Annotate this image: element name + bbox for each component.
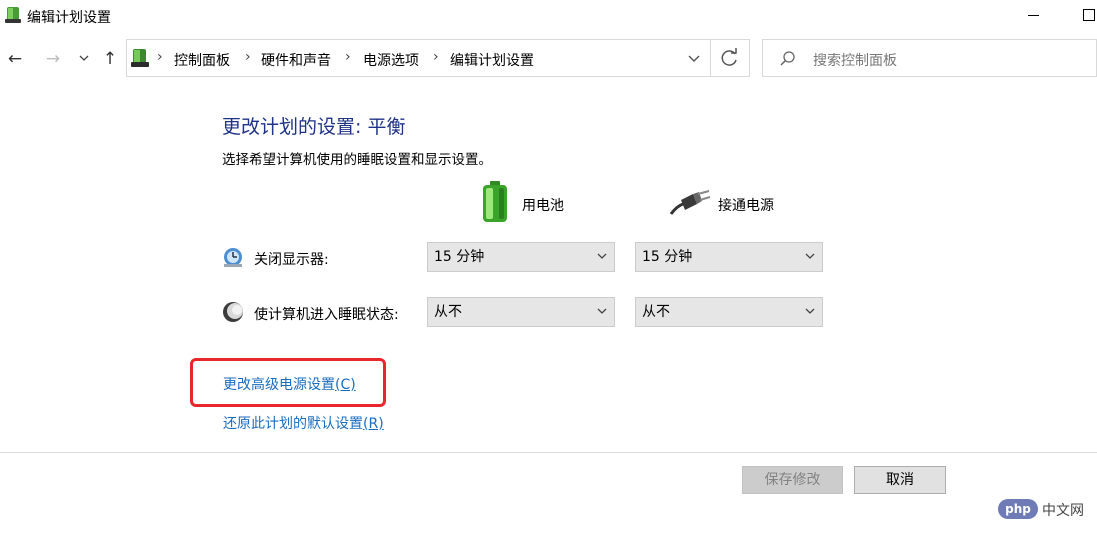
footer-divider — [0, 452, 1097, 453]
breadcrumb-hardware-sound[interactable]: 硬件和声音 — [261, 50, 331, 70]
address-dropdown-button[interactable] — [683, 49, 705, 67]
breadcrumb-power-options[interactable]: 电源选项 — [363, 50, 419, 70]
sleep-battery-select[interactable]: 从不 — [427, 297, 615, 327]
search-box[interactable]: 搜索控制面板 — [762, 39, 1097, 77]
arrow-right-icon: → — [45, 49, 61, 69]
cancel-button[interactable]: 取消 — [854, 466, 946, 494]
breadcrumb-separator: › — [433, 49, 439, 65]
search-input[interactable]: 搜索控制面板 — [813, 50, 897, 70]
search-icon — [779, 50, 797, 68]
page-title: 更改计划的设置: 平衡 — [222, 116, 406, 138]
breadcrumb-edit-plan[interactable]: 编辑计划设置 — [450, 50, 534, 70]
display-plugged-value: 15 分钟 — [642, 249, 693, 265]
display-battery-value: 15 分钟 — [434, 249, 485, 265]
breadcrumb-separator: › — [345, 49, 351, 65]
chevron-down-icon — [597, 308, 607, 314]
address-bar[interactable]: › 控制面板 › 硬件和声音 › 电源选项 › 编辑计划设置 — [126, 39, 750, 77]
back-button[interactable]: ← — [2, 44, 28, 74]
breadcrumb-control-panel[interactable]: 控制面板 — [174, 50, 230, 70]
refresh-button[interactable] — [717, 46, 743, 70]
moon-icon — [222, 301, 244, 323]
breadcrumb-separator: › — [245, 49, 251, 65]
page-subtitle: 选择希望计算机使用的睡眠设置和显示设置。 — [222, 152, 492, 168]
up-button[interactable]: ↑ — [99, 44, 121, 74]
sleep-battery-value: 从不 — [434, 304, 462, 320]
battery-icon — [481, 181, 509, 223]
arrow-left-icon: ← — [7, 49, 23, 69]
title-bar: 编辑计划设置 — [0, 0, 1097, 32]
watermark-text: 中文网 — [1042, 503, 1084, 519]
power-options-icon — [4, 5, 22, 25]
chevron-down-icon — [688, 55, 700, 62]
control-panel-icon — [130, 48, 150, 68]
sleep-plugged-value: 从不 — [642, 304, 670, 320]
chevron-down-icon — [79, 55, 89, 61]
recent-locations-button[interactable] — [76, 44, 92, 74]
plugged-in-column-label: 接通电源 — [718, 198, 774, 214]
sleep-plugged-select[interactable]: 从不 — [635, 297, 823, 327]
breadcrumb-separator: › — [157, 49, 163, 65]
turn-off-display-label: 关闭显示器: — [254, 252, 329, 268]
chevron-down-icon — [805, 308, 815, 314]
address-divider — [710, 40, 711, 76]
watermark-badge: php — [998, 499, 1038, 519]
display-plugged-select[interactable]: 15 分钟 — [635, 242, 823, 272]
restore-link-key: (R) — [363, 416, 384, 432]
window-title: 编辑计划设置 — [27, 10, 111, 26]
restore-defaults-link[interactable]: 还原此计划的默认设置(R) — [223, 413, 384, 433]
minimize-button[interactable] — [1024, 4, 1044, 26]
maximize-button[interactable] — [1080, 4, 1097, 26]
battery-column-label: 用电池 — [522, 198, 564, 214]
display-battery-select[interactable]: 15 分钟 — [427, 242, 615, 272]
chevron-down-icon — [597, 253, 607, 259]
sleep-label: 使计算机进入睡眠状态: — [254, 307, 399, 323]
save-changes-button[interactable]: 保存修改 — [742, 466, 843, 494]
chevron-down-icon — [805, 253, 815, 259]
red-highlight-box — [190, 358, 386, 407]
monitor-icon — [222, 246, 244, 268]
refresh-icon — [721, 48, 737, 66]
forward-button[interactable]: → — [40, 44, 66, 74]
restore-link-text: 还原此计划的默认设置 — [223, 416, 363, 432]
watermark: php 中文网 — [998, 499, 1094, 521]
power-plug-icon — [669, 190, 711, 216]
arrow-up-icon: ↑ — [102, 49, 118, 69]
